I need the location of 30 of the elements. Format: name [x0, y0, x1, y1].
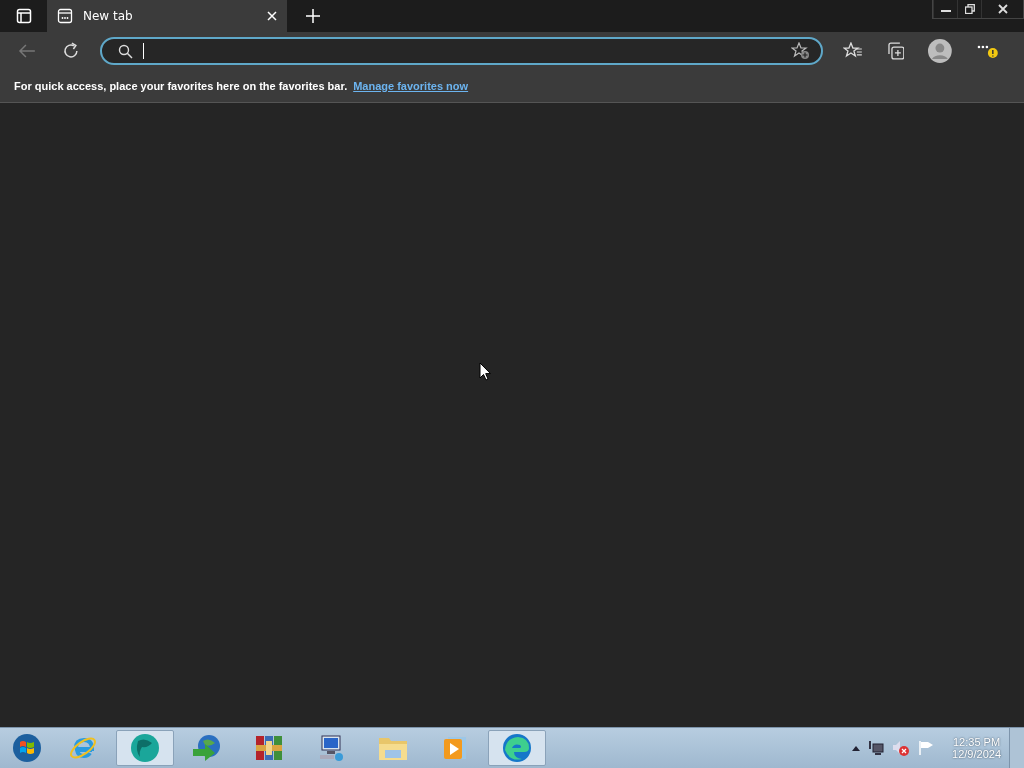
address-bar[interactable]	[99, 37, 823, 65]
page-icon	[57, 8, 73, 24]
close-icon	[997, 4, 1008, 14]
clock-date: 12/9/2024	[952, 748, 1001, 760]
globe-icon	[130, 733, 160, 763]
search-icon	[117, 43, 133, 59]
wave-logo-icon	[502, 733, 532, 763]
collections-icon[interactable]	[886, 42, 905, 60]
favorites-icon[interactable]	[842, 42, 863, 60]
restore-icon	[964, 4, 975, 14]
mouse-pointer-icon	[479, 362, 491, 381]
new-tab-icon[interactable]	[306, 9, 320, 23]
back-arrow-icon[interactable]	[18, 43, 36, 59]
globe-arrow-icon	[191, 733, 223, 763]
show-hidden-icons-arrow-icon[interactable]	[852, 745, 861, 751]
favorites-bar-message: For quick access, place your favorites here on the favorites bar.	[14, 80, 348, 92]
clock-time: 12:35 PM	[953, 736, 1001, 748]
star-add-icon[interactable]	[790, 42, 811, 60]
manage-favorites-link[interactable]: Manage favorites now	[353, 80, 469, 92]
browser-tab[interactable]: New tab	[47, 0, 287, 32]
taskbar-button[interactable]	[488, 730, 546, 766]
taskbar-button[interactable]	[116, 730, 174, 766]
network-icon[interactable]	[868, 740, 885, 756]
refresh-icon[interactable]	[61, 42, 80, 60]
close-icon[interactable]	[267, 11, 277, 21]
speaker-muted-icon[interactable]	[892, 740, 911, 756]
tab-actions-icon[interactable]	[16, 8, 32, 24]
books-stack-icon	[254, 733, 284, 763]
profile-avatar-icon[interactable]	[928, 39, 953, 63]
tab-title: New tab	[83, 9, 134, 23]
